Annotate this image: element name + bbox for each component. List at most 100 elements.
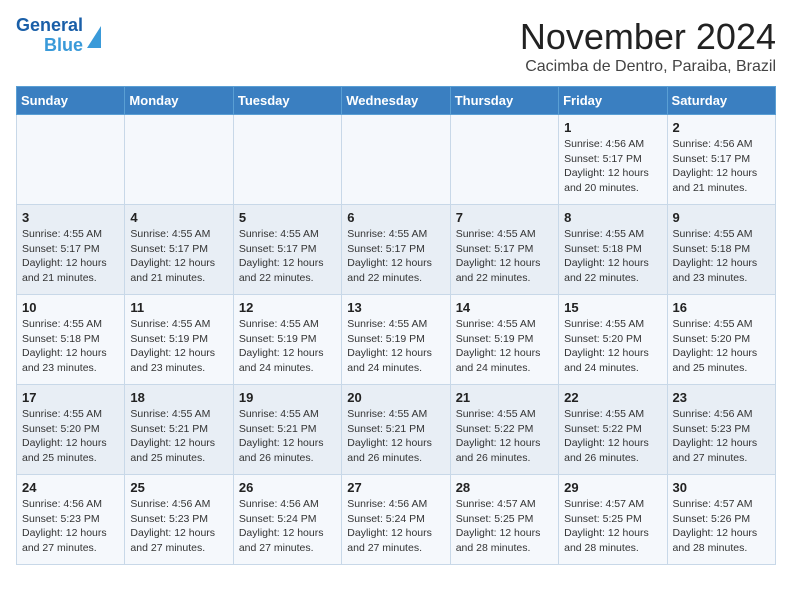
day-cell: 14 Sunrise: 4:55 AM Sunset: 5:19 PM Dayli… <box>450 295 558 385</box>
day-number: 27 <box>347 480 444 495</box>
day-number: 21 <box>456 390 553 405</box>
day-cell: 18 Sunrise: 4:55 AM Sunset: 5:21 PM Dayli… <box>125 385 233 475</box>
day-info: Sunrise: 4:55 AM Sunset: 5:21 PM Dayligh… <box>347 407 444 466</box>
day-cell: 16Sunrise: 4:55 AM Sunset: 5:20 PM Dayli… <box>667 295 775 385</box>
day-info: Sunrise: 4:55 AM Sunset: 5:19 PM Dayligh… <box>456 317 553 376</box>
day-cell: 11 Sunrise: 4:55 AM Sunset: 5:19 PM Dayli… <box>125 295 233 385</box>
day-cell <box>233 115 341 205</box>
day-header-monday: Monday <box>125 87 233 115</box>
day-info: Sunrise: 4:55 AM Sunset: 5:19 PM Dayligh… <box>347 317 444 376</box>
day-info: Sunrise: 4:57 AM Sunset: 5:25 PM Dayligh… <box>456 497 553 556</box>
day-info: Sunrise: 4:55 AM Sunset: 5:18 PM Dayligh… <box>22 317 119 376</box>
location: Cacimba de Dentro, Paraiba, Brazil <box>520 58 776 76</box>
day-number: 15 <box>564 300 661 315</box>
day-cell <box>342 115 450 205</box>
day-header-wednesday: Wednesday <box>342 87 450 115</box>
logo: General Blue <box>16 16 101 56</box>
day-number: 7 <box>456 210 553 225</box>
day-number: 26 <box>239 480 336 495</box>
day-info: Sunrise: 4:55 AM Sunset: 5:17 PM Dayligh… <box>130 227 227 286</box>
day-info: Sunrise: 4:55 AM Sunset: 5:18 PM Dayligh… <box>564 227 661 286</box>
day-number: 9 <box>673 210 770 225</box>
day-number: 8 <box>564 210 661 225</box>
day-cell: 30 Sunrise: 4:57 AM Sunset: 5:26 PM Dayli… <box>667 475 775 565</box>
day-number: 6 <box>347 210 444 225</box>
day-info: Sunrise: 4:55 AM Sunset: 5:17 PM Dayligh… <box>456 227 553 286</box>
day-info: Sunrise: 4:55 AM Sunset: 5:19 PM Dayligh… <box>239 317 336 376</box>
day-header-friday: Friday <box>559 87 667 115</box>
day-number: 12 <box>239 300 336 315</box>
day-cell <box>17 115 125 205</box>
day-cell: 27 Sunrise: 4:56 AM Sunset: 5:24 PM Dayli… <box>342 475 450 565</box>
day-info: Sunrise: 4:57 AM Sunset: 5:25 PM Dayligh… <box>564 497 661 556</box>
day-cell: 20Sunrise: 4:55 AM Sunset: 5:21 PM Dayli… <box>342 385 450 475</box>
day-info: Sunrise: 4:55 AM Sunset: 5:19 PM Dayligh… <box>130 317 227 376</box>
day-cell: 29 Sunrise: 4:57 AM Sunset: 5:25 PM Dayli… <box>559 475 667 565</box>
calendar-table: SundayMondayTuesdayWednesdayThursdayFrid… <box>16 86 776 565</box>
day-cell: 8 Sunrise: 4:55 AM Sunset: 5:18 PM Daylig… <box>559 205 667 295</box>
day-number: 23 <box>673 390 770 405</box>
day-cell <box>450 115 558 205</box>
week-row-3: 10 Sunrise: 4:55 AM Sunset: 5:18 PM Dayli… <box>17 295 776 385</box>
day-header-tuesday: Tuesday <box>233 87 341 115</box>
day-cell: 5 Sunrise: 4:55 AM Sunset: 5:17 PM Daylig… <box>233 205 341 295</box>
day-info: Sunrise: 4:55 AM Sunset: 5:18 PM Dayligh… <box>673 227 770 286</box>
day-cell: 7 Sunrise: 4:55 AM Sunset: 5:17 PM Daylig… <box>450 205 558 295</box>
day-info: Sunrise: 4:55 AM Sunset: 5:21 PM Dayligh… <box>130 407 227 466</box>
logo-triangle-icon <box>87 26 101 48</box>
day-info: Sunrise: 4:56 AM Sunset: 5:23 PM Dayligh… <box>22 497 119 556</box>
day-number: 3 <box>22 210 119 225</box>
day-number: 1 <box>564 120 661 135</box>
day-number: 5 <box>239 210 336 225</box>
day-cell: 25Sunrise: 4:56 AM Sunset: 5:23 PM Dayli… <box>125 475 233 565</box>
day-cell: 22 Sunrise: 4:55 AM Sunset: 5:22 PM Dayli… <box>559 385 667 475</box>
day-number: 25 <box>130 480 227 495</box>
day-info: Sunrise: 4:55 AM Sunset: 5:17 PM Dayligh… <box>239 227 336 286</box>
day-number: 22 <box>564 390 661 405</box>
day-number: 14 <box>456 300 553 315</box>
day-cell: 24Sunrise: 4:56 AM Sunset: 5:23 PM Dayli… <box>17 475 125 565</box>
day-info: Sunrise: 4:55 AM Sunset: 5:17 PM Dayligh… <box>22 227 119 286</box>
day-number: 29 <box>564 480 661 495</box>
day-number: 10 <box>22 300 119 315</box>
calendar-body: 1 Sunrise: 4:56 AM Sunset: 5:17 PM Daylig… <box>17 115 776 565</box>
day-info: Sunrise: 4:56 AM Sunset: 5:24 PM Dayligh… <box>347 497 444 556</box>
day-header-sunday: Sunday <box>17 87 125 115</box>
day-info: Sunrise: 4:56 AM Sunset: 5:17 PM Dayligh… <box>564 137 661 196</box>
day-cell: 1 Sunrise: 4:56 AM Sunset: 5:17 PM Daylig… <box>559 115 667 205</box>
day-cell: 26 Sunrise: 4:56 AM Sunset: 5:24 PM Dayli… <box>233 475 341 565</box>
day-info: Sunrise: 4:56 AM Sunset: 5:23 PM Dayligh… <box>673 407 770 466</box>
title-area: November 2024 Cacimba de Dentro, Paraiba… <box>520 16 776 76</box>
day-number: 17 <box>22 390 119 405</box>
day-cell <box>125 115 233 205</box>
day-cell: 9 Sunrise: 4:55 AM Sunset: 5:18 PM Daylig… <box>667 205 775 295</box>
month-title: November 2024 <box>520 16 776 58</box>
day-cell: 28Sunrise: 4:57 AM Sunset: 5:25 PM Dayli… <box>450 475 558 565</box>
day-cell: 23 Sunrise: 4:56 AM Sunset: 5:23 PM Dayli… <box>667 385 775 475</box>
day-cell: 21 Sunrise: 4:55 AM Sunset: 5:22 PM Dayli… <box>450 385 558 475</box>
page-header: General Blue November 2024 Cacimba de De… <box>16 16 776 76</box>
day-info: Sunrise: 4:56 AM Sunset: 5:24 PM Dayligh… <box>239 497 336 556</box>
day-number: 19 <box>239 390 336 405</box>
day-number: 18 <box>130 390 227 405</box>
day-number: 11 <box>130 300 227 315</box>
day-cell: 10 Sunrise: 4:55 AM Sunset: 5:18 PM Dayli… <box>17 295 125 385</box>
day-cell: 4Sunrise: 4:55 AM Sunset: 5:17 PM Daylig… <box>125 205 233 295</box>
day-info: Sunrise: 4:57 AM Sunset: 5:26 PM Dayligh… <box>673 497 770 556</box>
week-row-1: 1 Sunrise: 4:56 AM Sunset: 5:17 PM Daylig… <box>17 115 776 205</box>
day-cell: 2 Sunrise: 4:56 AM Sunset: 5:17 PM Daylig… <box>667 115 775 205</box>
day-cell: 12 Sunrise: 4:55 AM Sunset: 5:19 PM Dayli… <box>233 295 341 385</box>
day-number: 2 <box>673 120 770 135</box>
day-cell: 15 Sunrise: 4:55 AM Sunset: 5:20 PM Dayli… <box>559 295 667 385</box>
day-info: Sunrise: 4:55 AM Sunset: 5:22 PM Dayligh… <box>564 407 661 466</box>
day-info: Sunrise: 4:55 AM Sunset: 5:20 PM Dayligh… <box>564 317 661 376</box>
day-info: Sunrise: 4:55 AM Sunset: 5:20 PM Dayligh… <box>22 407 119 466</box>
day-info: Sunrise: 4:55 AM Sunset: 5:22 PM Dayligh… <box>456 407 553 466</box>
day-cell: 17 Sunrise: 4:55 AM Sunset: 5:20 PM Dayli… <box>17 385 125 475</box>
day-header-saturday: Saturday <box>667 87 775 115</box>
day-info: Sunrise: 4:56 AM Sunset: 5:17 PM Dayligh… <box>673 137 770 196</box>
day-cell: 19Sunrise: 4:55 AM Sunset: 5:21 PM Dayli… <box>233 385 341 475</box>
day-number: 30 <box>673 480 770 495</box>
day-header-thursday: Thursday <box>450 87 558 115</box>
day-number: 16 <box>673 300 770 315</box>
